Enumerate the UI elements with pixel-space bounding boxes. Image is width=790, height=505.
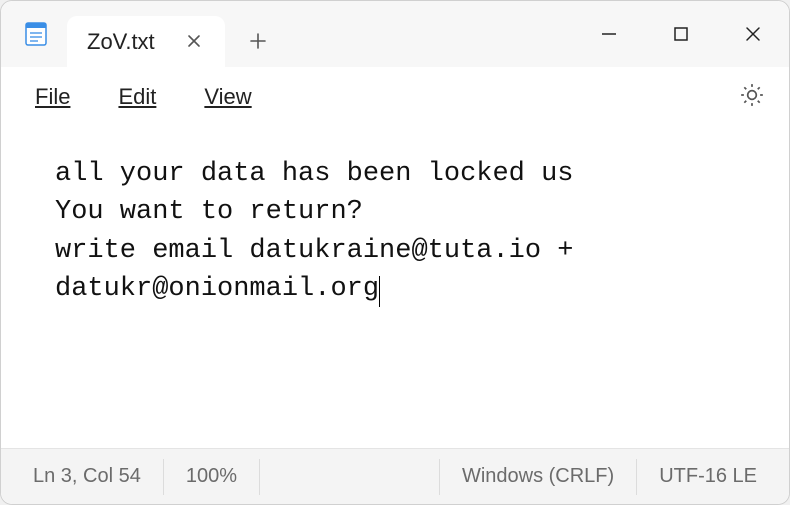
status-zoom: 100%	[164, 459, 260, 495]
menu-edit[interactable]: Edit	[100, 76, 174, 118]
status-encoding: UTF-16 LE	[637, 459, 779, 495]
statusbar: Ln 3, Col 54 100% Windows (CRLF) UTF-16 …	[1, 448, 789, 504]
text-editor[interactable]: all your data has been locked us You wan…	[1, 127, 789, 448]
text-caret	[379, 276, 380, 307]
tab-strip: ZoV.txt	[67, 1, 573, 67]
maximize-button[interactable]	[645, 1, 717, 67]
menubar: File Edit View	[1, 67, 789, 127]
editor-content: all your data has been locked us You wan…	[55, 159, 590, 304]
close-tab-icon[interactable]	[183, 28, 205, 57]
gear-icon	[739, 82, 765, 108]
tab-active[interactable]: ZoV.txt	[67, 16, 225, 68]
notepad-icon	[15, 20, 57, 48]
new-tab-button[interactable]	[225, 15, 291, 67]
status-position: Ln 3, Col 54	[11, 459, 164, 495]
close-window-button[interactable]	[717, 1, 789, 67]
status-line-ending: Windows (CRLF)	[440, 459, 637, 495]
window-controls	[573, 1, 789, 67]
menu-file[interactable]: File	[17, 76, 88, 118]
tab-title: ZoV.txt	[87, 29, 155, 55]
minimize-button[interactable]	[573, 1, 645, 67]
titlebar: ZoV.txt	[1, 1, 789, 67]
settings-button[interactable]	[731, 74, 773, 121]
notepad-window: ZoV.txt File Edit View	[0, 0, 790, 505]
menu-view[interactable]: View	[186, 76, 269, 118]
